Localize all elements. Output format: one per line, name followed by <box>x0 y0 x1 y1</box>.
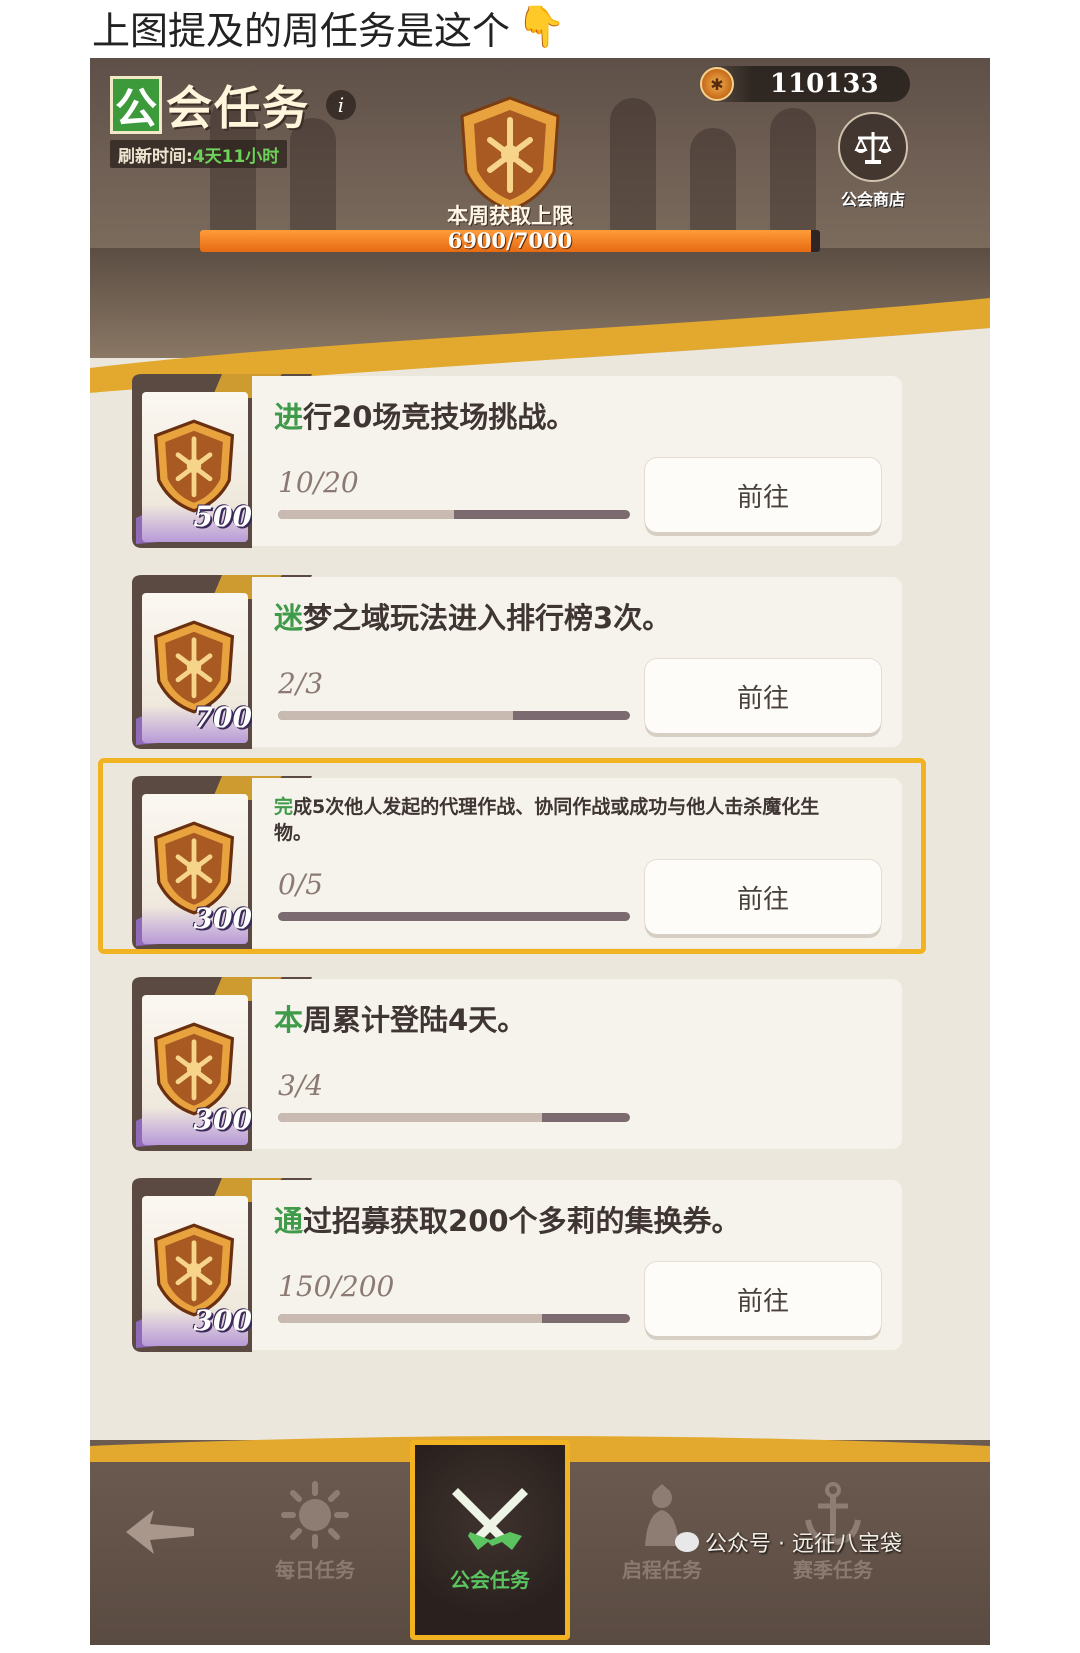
task-card: 300 本周累计登陆4天。 3/4 <box>112 971 910 1157</box>
title-tag: 公 <box>110 76 162 134</box>
task-progress-fill <box>278 711 513 720</box>
task-progress-text: 3/4 <box>278 1069 324 1102</box>
task-description: 通过招募获取200个多莉的集换券。 <box>274 1198 854 1240</box>
guild-coin-balance: ✱ 110133 <box>700 66 910 102</box>
task-card: 300 通过招募获取200个多莉的集换券。 150/200 前往 <box>112 1172 910 1358</box>
task-progress-bar <box>278 1314 630 1323</box>
refresh-timer: 刷新时间: 4天11小时 <box>110 140 288 168</box>
highlight-annotation <box>98 758 926 954</box>
watermark: 公众号 · 远征八宝袋 <box>675 1526 902 1558</box>
refresh-label: 刷新时间: <box>118 146 193 167</box>
back-arrow-icon[interactable] <box>120 1502 200 1562</box>
task-card: 700 迷梦之域玩法进入排行榜3次。 2/3 前往 <box>112 569 910 755</box>
info-icon[interactable]: i <box>326 90 356 120</box>
reward-amount: 500 <box>193 500 252 533</box>
nav-label-daily: 每日任务 <box>275 1558 355 1582</box>
nav-daily-tasks[interactable]: 每日任务 <box>275 1480 355 1583</box>
task-progress-fill <box>278 510 454 519</box>
task-description-rest: 梦之域玩法进入排行榜3次。 <box>303 601 672 635</box>
task-description-rest: 周累计登陆4天。 <box>303 1003 527 1037</box>
task-description-lead: 通 <box>274 1204 304 1238</box>
background-arch <box>610 98 656 248</box>
task-progress-fill <box>278 1113 542 1122</box>
task-description-lead: 进 <box>274 400 304 434</box>
task-description-lead: 本 <box>274 1003 304 1037</box>
refresh-value: 4天11小时 <box>192 146 280 167</box>
task-progress-text: 2/3 <box>278 667 324 700</box>
go-button[interactable]: 前往 <box>645 458 881 532</box>
weekly-limit-label: 本周获取上限 <box>447 204 573 228</box>
wechat-icon <box>675 1532 699 1552</box>
task-description: 本周累计登陆4天。 <box>274 997 854 1039</box>
task-description-lead: 迷 <box>274 601 304 635</box>
nav-label-season: 赛季任务 <box>793 1558 873 1582</box>
task-progress-text: 10/20 <box>278 466 359 499</box>
game-screen: 公 会任务 i 刷新时间: 4天11小时 ✱ 110133 公会商店 本周获取上… <box>90 58 990 1645</box>
reward-amount: 300 <box>193 1103 252 1136</box>
shop-label: 公会商店 <box>840 190 905 209</box>
reward-amount: 700 <box>193 701 252 734</box>
caption-text: 上图提及的周任务是这个 <box>92 8 511 53</box>
nav-label-journey: 启程任务 <box>622 1558 702 1582</box>
title-text: 会任务 <box>166 81 310 135</box>
guild-crest-icon <box>460 96 560 212</box>
task-description: 迷梦之域玩法进入排行榜3次。 <box>274 595 854 637</box>
nav-highlight-annotation <box>410 1440 570 1640</box>
page-title: 公 会任务 i <box>110 72 356 138</box>
task-description-rest: 行20场竞技场挑战。 <box>303 400 576 434</box>
guild-coin-icon: ✱ <box>700 67 734 101</box>
task-progress-bar <box>278 510 630 519</box>
task-progress-bar <box>278 711 630 720</box>
currency-value: 110133 <box>770 69 879 99</box>
weekly-progress-text: 6900/7000 <box>447 228 573 253</box>
task-card: 500 进行20场竞技场挑战。 10/20 前往 <box>112 368 910 554</box>
task-progress-fill <box>278 1314 542 1323</box>
task-progress-text: 150/200 <box>278 1270 395 1303</box>
caption: 上图提及的周任务是这个 👇 <box>92 2 566 53</box>
sun-icon <box>281 1481 349 1549</box>
pointing-down-icon: 👇 <box>516 4 566 50</box>
reward-amount: 300 <box>193 1304 252 1337</box>
go-button[interactable]: 前往 <box>645 659 881 733</box>
background-arch <box>770 108 816 248</box>
guild-shop-button[interactable]: 公会商店 <box>828 112 918 210</box>
go-button[interactable]: 前往 <box>645 1262 881 1336</box>
task-progress-bar <box>278 1113 630 1122</box>
watermark-text: 公众号 · 远征八宝袋 <box>705 1532 902 1557</box>
task-description: 进行20场竞技场挑战。 <box>274 394 854 436</box>
scales-icon <box>838 112 908 182</box>
task-description-rest: 过招募获取200个多莉的集换券。 <box>303 1204 741 1238</box>
